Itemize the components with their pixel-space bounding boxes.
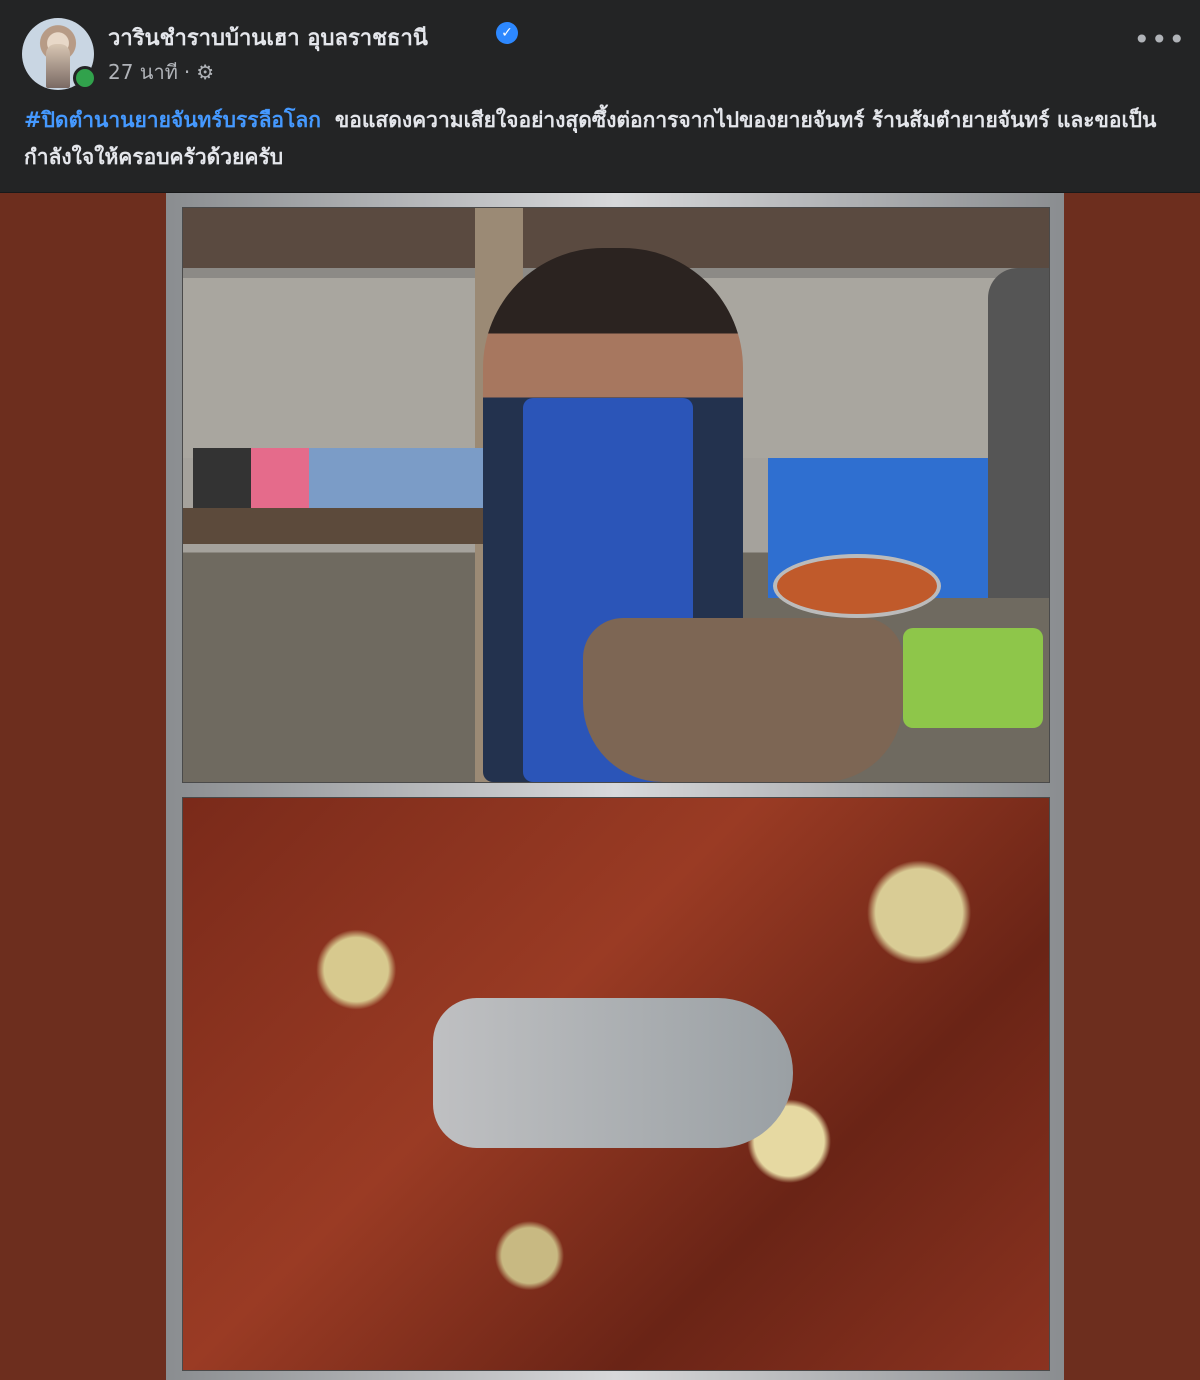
- verified-badge-icon: ✓: [496, 22, 518, 44]
- post-caption: #ปิดตำนานยายจันทร์บรรลือโลก ขอแสดงความเสี…: [24, 102, 1194, 176]
- page-name-link[interactable]: วารินชำราบบ้านเฮา อุบลราชธานี: [108, 20, 428, 55]
- meta-separator: ·: [183, 60, 191, 84]
- post-time-link[interactable]: 27 นาที: [108, 56, 178, 88]
- post-meta: 27 นาที · ⚙: [108, 56, 214, 88]
- photo-frame: [166, 193, 1064, 1380]
- hashtag-link[interactable]: #ปิดตำนานยายจันทร์บรรลือโลก: [24, 108, 321, 132]
- dish-racks-shape: [193, 448, 483, 508]
- online-status-indicator: [73, 66, 97, 90]
- avatar-figure: [46, 44, 70, 88]
- papaya-salad-plate-shape: [773, 554, 941, 618]
- vendor-photo[interactable]: [182, 207, 1050, 783]
- post-media[interactable]: [0, 193, 1200, 1380]
- bowl-shape: [903, 628, 1043, 728]
- table-shape: [183, 508, 483, 544]
- papaya-salad-photo[interactable]: [182, 797, 1050, 1371]
- more-options-icon[interactable]: •••: [1133, 26, 1186, 54]
- gear-icon[interactable]: ⚙: [196, 60, 214, 84]
- post-header: วารินชำราบบ้านเฮา อุบลราชธานี ✓ 27 นาที …: [0, 0, 1200, 194]
- background-person-shape: [988, 268, 1049, 598]
- mortar-shape: [583, 618, 903, 782]
- fish-shape: [433, 998, 793, 1148]
